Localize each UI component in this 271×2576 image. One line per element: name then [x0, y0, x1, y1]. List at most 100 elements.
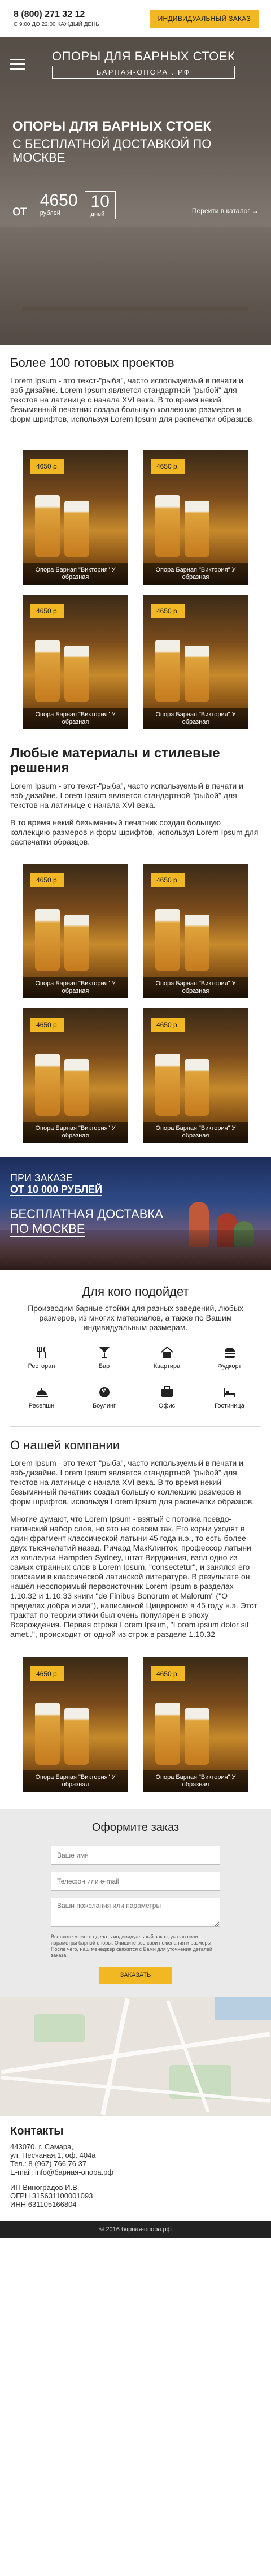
product-card[interactable]: 4650 р. Опора Барная "Виктория" У образна… — [143, 450, 248, 585]
contact-line: ИП Виноградов И.В. — [10, 2183, 80, 2192]
hero-body: ОПОРЫ ДЛЯ БАРНЫХ СТОЕК С БЕСПЛАТНОЙ ДОСТ… — [0, 91, 271, 219]
hero-background-photo — [0, 227, 271, 345]
ready-projects-section: Более 100 готовых проектов Lorem Ipsum -… — [0, 345, 271, 434]
venue-apartment: Квартира — [136, 1345, 198, 1370]
product-grid-b: 4650 р. Опора Барная "Виктория" У образна… — [0, 864, 271, 1143]
contact-line: ИНН 631105166804 — [10, 2200, 77, 2209]
product-card[interactable]: 4650 р. Опора Барная "Виктория" У образна… — [23, 595, 128, 729]
product-caption: Опора Барная "Виктория" У образная — [23, 708, 128, 729]
about-text-1: Lorem Ipsum - это текст-"рыба", часто ис… — [10, 1458, 255, 1506]
venue-bowling: Боулинг — [73, 1384, 136, 1409]
phone-number[interactable]: 8 (800) 271 32 12 — [14, 10, 99, 20]
days-unit: дней — [90, 211, 105, 218]
product-price: 4650 р. — [30, 459, 65, 474]
hero-subheading: С БЕСПЛАТНОЙ ДОСТАВКОЙ ПО МОСКВЕ — [12, 137, 259, 166]
hero-heading: ОПОРЫ ДЛЯ БАРНЫХ СТОЕК — [12, 119, 211, 134]
promo-line-2: ОТ 10 000 РУБЛЕЙ — [10, 1184, 103, 1196]
hero-nav: ОПОРЫ ДЛЯ БАРНЫХ СТОЕК БАРНАЯ-ОПОРА . РФ — [0, 37, 271, 91]
hero-price-row: от 4650 рублей 10 дней Перейти в каталог… — [12, 189, 259, 219]
product-caption: Опора Барная "Виктория" У образная — [23, 1122, 128, 1143]
product-price: 4650 р. — [151, 459, 185, 474]
order-form: Оформите заказ Вы также можете сделать и… — [51, 1821, 220, 1984]
price-unit: рублей — [40, 210, 60, 217]
contact-phone[interactable]: Тел.: 8 (967) 766 76 37 — [10, 2159, 261, 2168]
contact-line: 443070, г. Самара, — [10, 2142, 73, 2151]
product-card[interactable]: 4650 р. Опора Барная "Виктория" У образна… — [143, 864, 248, 998]
cocktail-icon — [99, 1347, 110, 1358]
contact-email[interactable]: E-mail: info@барная-опора.рф — [10, 2168, 261, 2176]
venue-reception: Ресепшн — [10, 1384, 73, 1409]
product-card[interactable]: 4650 р. Опора Барная "Виктория" У образна… — [23, 450, 128, 585]
order-submit-button[interactable]: ЗАКАЗАТЬ — [98, 1967, 173, 1984]
working-hours: С 9:00 ДО 22:00 КАЖДЫЙ ДЕНЬ — [14, 21, 99, 28]
order-form-section: Оформите заказ Вы также можете сделать и… — [0, 1809, 271, 1997]
burger-icon — [224, 1348, 235, 1358]
promo-text: ПРИ ЗАКАЗЕ ОТ 10 000 РУБЛЕЙ БЕСПЛАТНАЯ Д… — [0, 1157, 271, 1253]
contact-line: ОГРН 315631100001093 — [10, 2192, 93, 2200]
price-value: 4650 — [40, 191, 78, 210]
price-box: 4650 рублей — [32, 189, 85, 219]
product-caption: Опора Барная "Виктория" У образная — [143, 977, 248, 998]
product-caption: Опора Барная "Виктория" У образная — [23, 1770, 128, 1792]
materials-text-2: В то время некий безымянный печатник соз… — [10, 818, 259, 846]
order-form-title: Оформите заказ — [91, 1821, 180, 1834]
product-price: 4650 р. — [151, 1666, 185, 1681]
who-title: Для кого подойдет — [82, 1284, 189, 1298]
product-caption: Опора Барная "Виктория" У образная — [143, 563, 248, 585]
free-delivery-banner: ПРИ ЗАКАЗЕ ОТ 10 000 РУБЛЕЙ БЕСПЛАТНАЯ Д… — [0, 1157, 271, 1270]
bell-icon — [35, 1388, 48, 1397]
product-price: 4650 р. — [30, 873, 65, 887]
product-price: 4650 р. — [151, 873, 185, 887]
about-section: О нашей компании Lorem Ipsum - это текст… — [0, 1438, 271, 1649]
product-card[interactable]: 4650 р. Опора Барная "Виктория" У образна… — [143, 595, 248, 729]
phone-email-input[interactable] — [51, 1872, 220, 1891]
product-card[interactable]: 4650 р. Опора Барная "Виктория" У образна… — [143, 1008, 248, 1143]
contact-spacer — [10, 2176, 261, 2183]
individual-order-button[interactable]: ИНДИВИДУАЛЬНЫЙ ЗАКАЗ — [150, 9, 259, 28]
hero-section: ОПОРЫ ДЛЯ БАРНЫХ СТОЕК БАРНАЯ-ОПОРА . РФ… — [0, 37, 271, 345]
promo-line-4: ПО МОСКВЕ — [10, 1222, 85, 1237]
briefcase-icon — [161, 1386, 173, 1397]
product-caption: Опора Барная "Виктория" У образная — [143, 1122, 248, 1143]
product-card[interactable]: 4650 р. Опора Барная "Виктория" У образна… — [23, 864, 128, 998]
logo-subtitle: БАРНАЯ-ОПОРА . РФ — [52, 66, 235, 79]
who-text: Производим барные стойки для разных заве… — [28, 1304, 243, 1332]
menu-icon[interactable] — [10, 58, 25, 70]
wishes-textarea[interactable] — [51, 1898, 220, 1927]
about-text-2: Многие думают, что Lorem Ipsum - взятый … — [10, 1514, 257, 1639]
catalog-link[interactable]: Перейти в каталог → — [192, 207, 259, 215]
restaurant-icon — [37, 1346, 46, 1358]
product-caption: Опора Барная "Виктория" У образная — [23, 563, 128, 585]
price-from-label: от — [12, 202, 27, 219]
venue-foodcourt: Фудкорт — [198, 1345, 261, 1370]
top-bar: 8 (800) 271 32 12 С 9:00 ДО 22:00 КАЖДЫЙ… — [0, 0, 271, 37]
about-title: О нашей компании — [10, 1438, 120, 1452]
product-card[interactable]: 4650 р. Опора Барная "Виктория" У образна… — [23, 1657, 128, 1792]
location-map[interactable] — [0, 1997, 271, 2116]
name-input[interactable] — [51, 1846, 220, 1865]
materials-section: Любые материалы и стилевые решения Lorem… — [0, 729, 271, 857]
ready-projects-text: Lorem Ipsum - это текст-"рыба", часто ис… — [10, 376, 255, 423]
product-card[interactable]: 4650 р. Опора Барная "Виктория" У образна… — [143, 1657, 248, 1792]
footer: © 2016 барная-опора.рф — [0, 2221, 271, 2238]
days-box: 10 дней — [85, 191, 116, 219]
promo-line-1: ПРИ ЗАКАЗЕ — [10, 1172, 73, 1184]
venue-restaurant: Ресторан — [10, 1345, 73, 1370]
contact-block: 8 (800) 271 32 12 С 9:00 ДО 22:00 КАЖДЫЙ… — [14, 10, 99, 28]
contact-line: ул. Песчаная,1, оф. 404а — [10, 2151, 96, 2159]
order-form-note: Вы также можете сделать индивидуальный з… — [51, 1934, 213, 1958]
product-caption: Опора Барная "Виктория" У образная — [143, 708, 248, 729]
contacts-section: Контакты 443070, г. Самара, ул. Песчаная… — [0, 2116, 271, 2221]
product-card[interactable]: 4650 р. Опора Барная "Виктория" У образна… — [23, 1008, 128, 1143]
product-price: 4650 р. — [30, 1018, 65, 1032]
product-price: 4650 р. — [151, 604, 185, 618]
materials-title: Любые материалы и стилевые решения — [10, 746, 220, 776]
logo[interactable]: ОПОРЫ ДЛЯ БАРНЫХ СТОЕК БАРНАЯ-ОПОРА . РФ — [52, 50, 235, 79]
ready-projects-title: Более 100 готовых проектов — [10, 356, 174, 370]
contacts-title: Контакты — [10, 2125, 64, 2137]
product-grid-a: 4650 р. Опора Барная "Виктория" У образна… — [0, 450, 271, 729]
product-caption: Опора Барная "Виктория" У образная — [143, 1770, 248, 1792]
product-price: 4650 р. — [151, 1018, 185, 1032]
product-grid-c: 4650 р. Опора Барная "Виктория" У образна… — [0, 1657, 271, 1792]
product-price: 4650 р. — [30, 604, 65, 618]
